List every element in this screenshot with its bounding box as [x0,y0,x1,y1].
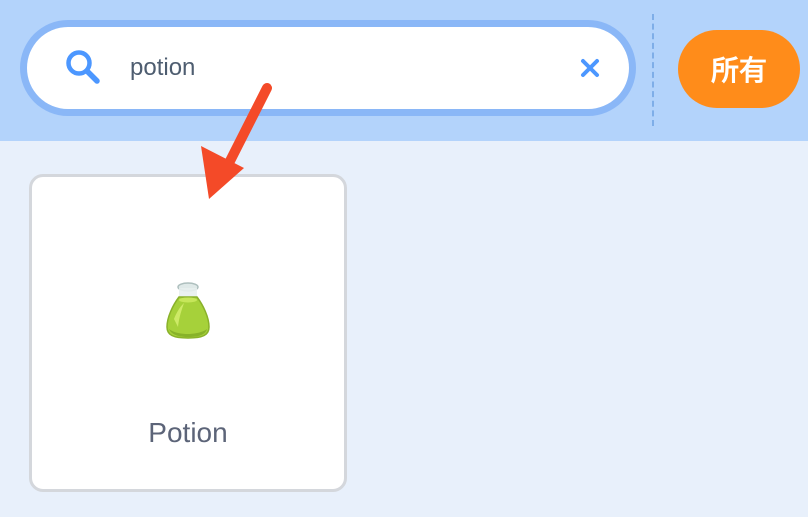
filter-all-button[interactable]: 所有 [678,30,800,108]
result-card-potion[interactable]: Potion [29,174,347,492]
potion-bottle-icon [166,282,210,339]
search-box[interactable] [27,27,629,109]
search-input[interactable] [130,46,550,90]
search-icon [66,50,100,84]
search-field [20,20,636,116]
top-bar: 所有 [0,0,808,141]
toolbar-divider [652,14,654,126]
clear-search-icon[interactable] [575,53,605,83]
result-card-label: Potion [148,417,228,448]
